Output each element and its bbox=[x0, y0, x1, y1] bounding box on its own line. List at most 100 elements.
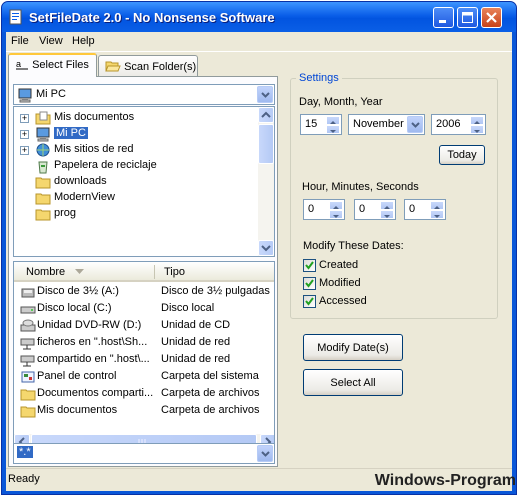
file-name: Mis documentos bbox=[37, 404, 118, 416]
menu-view[interactable]: View bbox=[39, 35, 63, 47]
title-bar[interactable]: SetFileDate 2.0 - No Nonsense Software bbox=[2, 2, 516, 32]
checkbox-label: Modified bbox=[319, 277, 361, 289]
hour-spinner[interactable]: 0 bbox=[303, 199, 345, 220]
window-title: SetFileDate 2.0 - No Nonsense Software bbox=[29, 10, 275, 25]
seconds-down-button[interactable] bbox=[430, 210, 444, 219]
spin-down-icon bbox=[434, 215, 440, 218]
tree-item[interactable]: Papelera de reciclaje bbox=[14, 158, 260, 174]
minutes-spinner[interactable]: 0 bbox=[354, 199, 396, 220]
tree-scrollbar[interactable] bbox=[258, 107, 274, 256]
month-dropdown-button[interactable] bbox=[407, 116, 423, 133]
file-type: Unidad de CD bbox=[161, 319, 231, 331]
tree-item[interactable]: ModernView bbox=[14, 190, 260, 206]
minutes-down-button[interactable] bbox=[380, 210, 394, 219]
day-spinner[interactable]: 15 bbox=[300, 114, 342, 135]
year-down-button[interactable] bbox=[470, 125, 484, 134]
checkbox-box[interactable] bbox=[303, 295, 316, 308]
checkbox-box[interactable] bbox=[303, 277, 316, 290]
menu-file[interactable]: File bbox=[11, 35, 29, 47]
file-name: Panel de control bbox=[37, 370, 117, 382]
table-row[interactable]: compartido en ".host\... Unidad de red bbox=[14, 352, 274, 368]
day-down-button[interactable] bbox=[326, 125, 340, 134]
table-row[interactable]: Unidad DVD-RW (D:) Unidad de CD bbox=[14, 318, 274, 334]
spin-down-icon bbox=[474, 130, 480, 133]
tab-select-files[interactable]: a Select Files bbox=[8, 53, 97, 77]
year-up-button[interactable] bbox=[470, 116, 484, 125]
year-spinner[interactable]: 2006 bbox=[431, 114, 486, 135]
hard-drive-icon bbox=[20, 306, 36, 314]
filter-combo[interactable]: *.* bbox=[13, 443, 275, 464]
day-value[interactable]: 15 bbox=[305, 118, 317, 130]
tree-item[interactable]: + Mis documentos bbox=[14, 110, 260, 126]
expand-icon[interactable]: + bbox=[20, 130, 29, 139]
column-header-type[interactable]: Tipo bbox=[164, 266, 185, 278]
svg-text:a: a bbox=[16, 59, 21, 69]
table-row[interactable]: Documentos comparti... Carpeta de archivo… bbox=[14, 386, 274, 402]
column-header-name[interactable]: Nombre bbox=[26, 266, 65, 278]
location-dropdown-button[interactable] bbox=[257, 86, 273, 103]
spin-down-icon bbox=[384, 215, 390, 218]
file-list[interactable]: Nombre Tipo Disco de 3½ (A:) Disco de 3½ … bbox=[13, 261, 275, 451]
expand-icon[interactable]: + bbox=[20, 146, 29, 155]
tree-item[interactable]: + Mi PC bbox=[14, 126, 260, 142]
seconds-value[interactable]: 0 bbox=[409, 203, 415, 215]
network-drive-icon bbox=[20, 355, 35, 367]
table-row[interactable]: Mis documentos Carpeta de archivos bbox=[14, 403, 274, 419]
scroll-down-button[interactable] bbox=[258, 240, 274, 256]
tree-item[interactable]: prog bbox=[14, 206, 260, 222]
minutes-value[interactable]: 0 bbox=[359, 203, 365, 215]
today-button[interactable]: Today bbox=[439, 145, 485, 165]
file-type: Disco local bbox=[161, 302, 215, 314]
spin-down-icon bbox=[333, 215, 339, 218]
expand-icon[interactable]: + bbox=[20, 114, 29, 123]
file-list-header: Nombre Tipo bbox=[14, 262, 274, 282]
files-icon: a bbox=[16, 59, 28, 70]
hour-up-button[interactable] bbox=[329, 201, 343, 210]
maximize-button[interactable] bbox=[457, 7, 478, 28]
tree-item-label: Mi PC bbox=[54, 127, 88, 139]
watermark: Windows-Program bbox=[374, 472, 516, 489]
filter-dropdown-button[interactable] bbox=[257, 445, 273, 462]
control-panel-icon bbox=[21, 371, 35, 383]
menu-help[interactable]: Help bbox=[72, 35, 95, 47]
close-button[interactable] bbox=[481, 7, 502, 28]
tree-item-label: Mis documentos bbox=[54, 111, 135, 123]
tree-item[interactable]: downloads bbox=[14, 174, 260, 190]
file-name: ficheros en ".host\Sh... bbox=[37, 336, 148, 348]
modify-dates-button[interactable]: Modify Date(s) bbox=[303, 334, 403, 361]
tab-scan-folders[interactable]: Scan Folder(s) bbox=[98, 55, 198, 76]
file-type: Carpeta del sistema bbox=[161, 370, 259, 382]
table-row[interactable]: Panel de control Carpeta del sistema bbox=[14, 369, 274, 385]
hour-value[interactable]: 0 bbox=[308, 203, 314, 215]
month-value: November bbox=[353, 118, 404, 130]
table-row[interactable]: Disco de 3½ (A:) Disco de 3½ pulgadas bbox=[14, 284, 274, 300]
minutes-up-button[interactable] bbox=[380, 201, 394, 210]
seconds-spinner[interactable]: 0 bbox=[404, 199, 446, 220]
tree-item-label: ModernView bbox=[54, 191, 115, 203]
table-row[interactable]: Disco local (C:) Disco local bbox=[14, 301, 274, 317]
network-drive-icon bbox=[20, 338, 35, 350]
folder-tree[interactable]: + Mis documentos + Mi PC + Mis sitios de red P… bbox=[13, 106, 275, 257]
tree-item-label: prog bbox=[54, 207, 77, 219]
seconds-up-button[interactable] bbox=[430, 201, 444, 210]
hour-down-button[interactable] bbox=[329, 210, 343, 219]
date-label: Day, Month, Year bbox=[299, 96, 383, 108]
select-all-button[interactable]: Select All bbox=[303, 369, 403, 396]
checkmark-icon bbox=[305, 297, 314, 306]
tree-item[interactable]: + Mis sitios de red bbox=[14, 142, 260, 158]
table-row[interactable]: ficheros en ".host\Sh... Unidad de red bbox=[14, 335, 274, 351]
month-select[interactable]: November bbox=[348, 114, 425, 135]
minimize-button[interactable] bbox=[433, 7, 454, 28]
checkmark-icon bbox=[305, 261, 314, 270]
location-combo[interactable]: Mi PC bbox=[13, 84, 275, 105]
scroll-up-button[interactable] bbox=[258, 107, 274, 123]
tree-item-label: Papelera de reciclaje bbox=[54, 159, 157, 171]
file-type: Unidad de red bbox=[161, 353, 231, 365]
day-up-button[interactable] bbox=[326, 116, 340, 125]
arrow-up-icon bbox=[261, 111, 271, 118]
checkbox-box[interactable] bbox=[303, 259, 316, 272]
filter-value[interactable]: *.* bbox=[17, 446, 33, 458]
scroll-thumb[interactable] bbox=[258, 124, 274, 164]
year-value[interactable]: 2006 bbox=[436, 118, 460, 130]
app-icon bbox=[9, 9, 22, 25]
